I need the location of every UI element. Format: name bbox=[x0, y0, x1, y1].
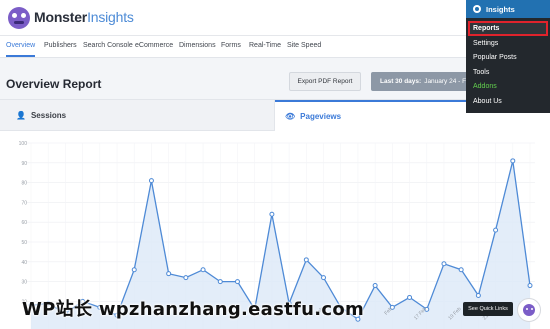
sessions-label: Sessions bbox=[30, 110, 67, 120]
data-point[interactable] bbox=[131, 267, 137, 273]
y-tick-label: 70 bbox=[21, 200, 27, 206]
y-tick-label: 100 bbox=[19, 141, 28, 147]
menu-item-about-us[interactable]: About Us bbox=[473, 98, 502, 105]
data-point[interactable] bbox=[269, 211, 275, 217]
brand-main: Monster bbox=[34, 9, 88, 25]
insights-menu-label: Insights bbox=[486, 4, 515, 14]
y-axis: 2030405060708090100 bbox=[19, 141, 28, 305]
menu-item-tools[interactable]: Tools bbox=[473, 69, 489, 76]
date-range-label: Last 30 days: bbox=[380, 78, 422, 85]
y-tick-label: 90 bbox=[21, 161, 27, 167]
data-point[interactable] bbox=[200, 267, 206, 273]
data-point[interactable] bbox=[493, 227, 499, 233]
menu-item-reports[interactable]: Reports bbox=[473, 25, 499, 32]
user-icon: 👤 bbox=[16, 110, 26, 120]
data-point[interactable] bbox=[475, 292, 481, 298]
data-point[interactable] bbox=[372, 283, 378, 289]
data-point[interactable] bbox=[217, 279, 223, 285]
data-point[interactable] bbox=[303, 257, 309, 263]
page-title: Overview Report bbox=[6, 77, 102, 91]
menu-item-settings[interactable]: Settings bbox=[473, 40, 498, 47]
quick-links-button[interactable]: See Quick Links bbox=[463, 302, 513, 316]
tab-search-console[interactable]: Search Console bbox=[83, 42, 133, 49]
tab-real-time[interactable]: Real-Time bbox=[249, 42, 281, 49]
tab-overview[interactable]: Overview bbox=[6, 42, 36, 57]
brand-accent: Insights bbox=[87, 9, 134, 25]
insights-menu-header[interactable]: Insights bbox=[466, 0, 550, 18]
eye-icon: 👁 bbox=[285, 112, 296, 121]
pageviews-label: Pageviews bbox=[300, 112, 342, 121]
export-pdf-button[interactable]: Export PDF Report bbox=[289, 72, 361, 91]
menu-item-addons[interactable]: Addons bbox=[473, 83, 497, 90]
y-tick-label: 60 bbox=[21, 220, 27, 226]
data-point[interactable] bbox=[510, 158, 516, 164]
data-point[interactable] bbox=[441, 261, 447, 267]
y-tick-label: 80 bbox=[21, 181, 27, 187]
tab-forms[interactable]: Forms bbox=[221, 42, 241, 49]
y-tick-label: 40 bbox=[21, 260, 27, 266]
menu-item-popular-posts[interactable]: Popular Posts bbox=[473, 54, 517, 61]
data-point[interactable] bbox=[148, 178, 154, 184]
insights-icon bbox=[473, 5, 481, 13]
brand-name: MonsterInsights bbox=[34, 9, 134, 25]
data-point[interactable] bbox=[234, 279, 240, 285]
tab-dimensions[interactable]: Dimensions bbox=[179, 42, 216, 49]
watermark-text: WP站长 wpzhanzhang.eastfu.com bbox=[22, 299, 365, 320]
data-point[interactable] bbox=[407, 294, 413, 300]
monster-avatar-icon[interactable] bbox=[517, 298, 541, 322]
data-point[interactable] bbox=[458, 267, 464, 273]
y-tick-label: 50 bbox=[21, 240, 27, 246]
tab-ecommerce[interactable]: eCommerce bbox=[135, 42, 173, 49]
tab-sessions[interactable]: 👤 Sessions bbox=[0, 100, 275, 131]
tab-site-speed[interactable]: Site Speed bbox=[287, 42, 321, 49]
y-tick-label: 30 bbox=[21, 280, 27, 286]
data-point[interactable] bbox=[166, 271, 172, 277]
data-point[interactable] bbox=[527, 283, 533, 289]
data-point[interactable] bbox=[183, 275, 189, 281]
data-point[interactable] bbox=[321, 275, 327, 281]
tab-publishers[interactable]: Publishers bbox=[44, 42, 77, 49]
monsterinsights-logo-icon bbox=[8, 7, 30, 29]
